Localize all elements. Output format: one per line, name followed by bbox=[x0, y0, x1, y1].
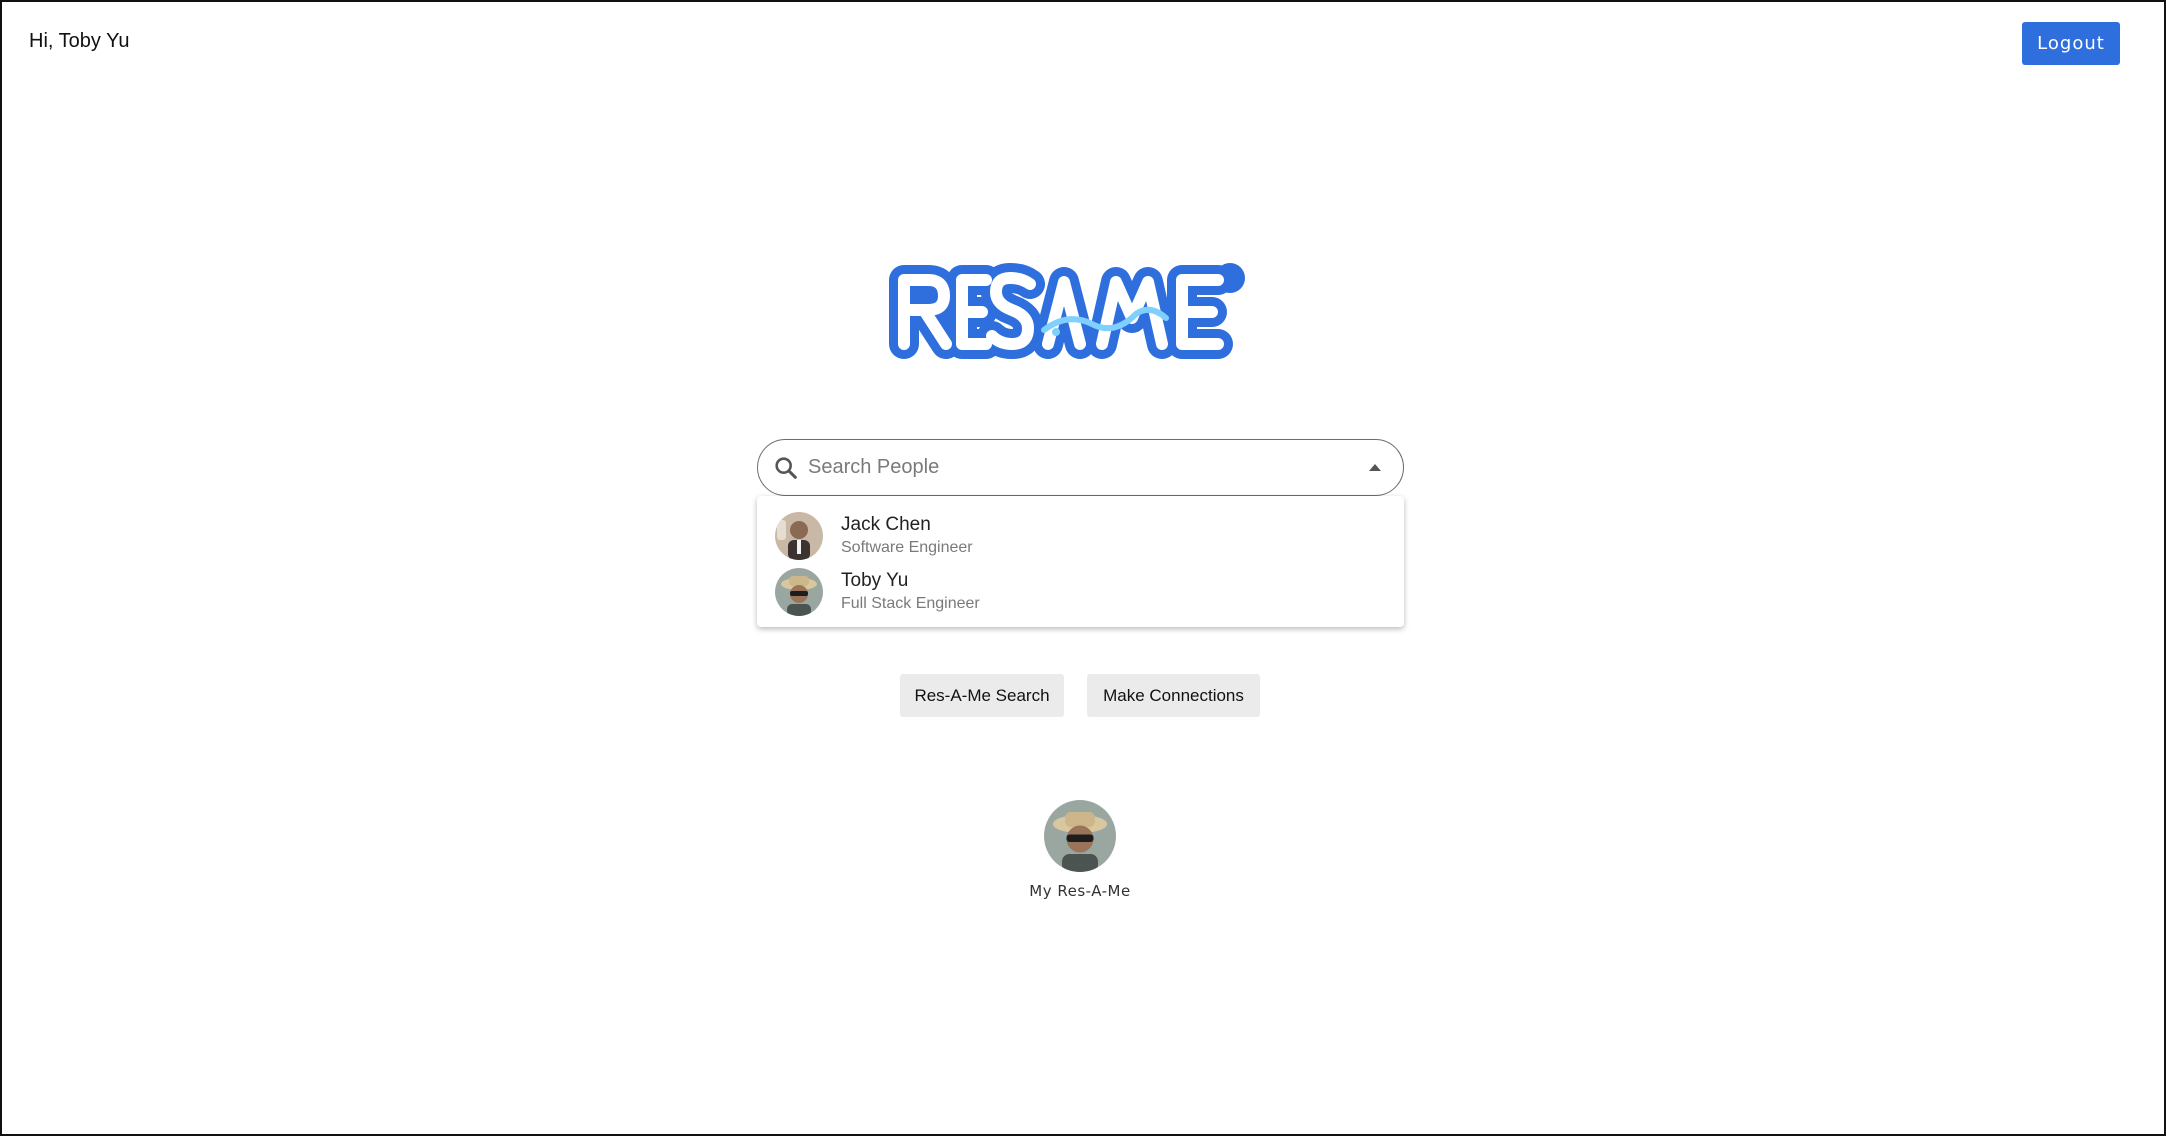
resame-logo bbox=[889, 263, 1245, 359]
avatar-toby-yu-icon bbox=[775, 568, 823, 616]
search-results-dropdown: Jack Chen Software Engineer Toby Yu Full… bbox=[757, 496, 1404, 627]
search-people-field[interactable] bbox=[757, 439, 1404, 496]
avatar-toby-yu-icon bbox=[1044, 800, 1116, 872]
chevron-up-icon[interactable] bbox=[1369, 464, 1381, 471]
search-result-jack-chen[interactable]: Jack Chen Software Engineer bbox=[757, 508, 1404, 564]
result-title: Software Engineer bbox=[841, 539, 973, 556]
my-res-a-me-avatar[interactable] bbox=[1044, 800, 1116, 872]
greeting-text: Hi, Toby Yu bbox=[29, 30, 130, 52]
make-connections-button[interactable]: Make Connections bbox=[1087, 674, 1260, 717]
logout-button[interactable]: Logout bbox=[2022, 22, 2120, 65]
avatar-jack-chen-icon bbox=[775, 512, 823, 560]
search-result-toby-yu[interactable]: Toby Yu Full Stack Engineer bbox=[757, 564, 1404, 620]
search-icon bbox=[775, 456, 797, 479]
search-input[interactable] bbox=[808, 456, 1348, 479]
result-title: Full Stack Engineer bbox=[841, 595, 980, 612]
result-name: Jack Chen bbox=[841, 514, 931, 535]
my-res-a-me-label[interactable]: My Res-A-Me bbox=[1000, 882, 1160, 900]
res-a-me-search-button[interactable]: Res-A-Me Search bbox=[900, 674, 1064, 717]
result-name: Toby Yu bbox=[841, 570, 909, 591]
